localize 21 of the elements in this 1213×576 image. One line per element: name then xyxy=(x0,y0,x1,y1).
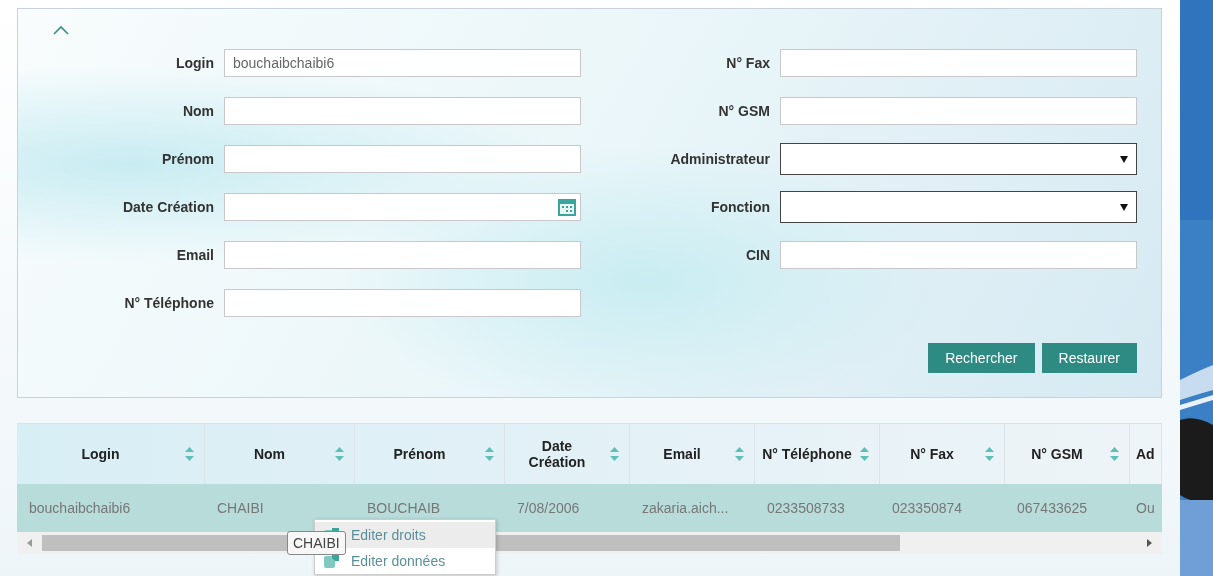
table-cell-text: CHAIBI xyxy=(216,500,265,516)
field-label: Email xyxy=(175,247,214,263)
table-cell-text: zakaria.aich... xyxy=(641,500,730,516)
table-cell-text: Ou xyxy=(1135,500,1156,516)
table-cell-text: BOUCHAIB xyxy=(366,500,442,516)
field-label: Login xyxy=(174,55,214,71)
table-cell-text: 067433625 xyxy=(1016,500,1089,516)
field-label: Administrateur xyxy=(669,151,770,167)
field-label: N° Fax xyxy=(725,55,770,71)
field-label: CIN xyxy=(744,247,770,263)
field-label: Fonction xyxy=(709,199,770,215)
table-cell-text: 0233508733 xyxy=(766,500,846,516)
table-cell-text: bouchaibchaibi6 xyxy=(28,500,132,516)
field-label: Date Création xyxy=(121,199,214,215)
field-label: N° GSM xyxy=(717,103,770,119)
table-cell-text: 7/08/2006 xyxy=(516,500,581,516)
field-label: N° Téléphone xyxy=(123,295,214,311)
tooltip: CHAIBI xyxy=(287,531,346,555)
field-label: Nom xyxy=(181,103,214,119)
table-cell-text: 023350874 xyxy=(891,500,964,516)
field-label: Prénom xyxy=(160,151,214,167)
